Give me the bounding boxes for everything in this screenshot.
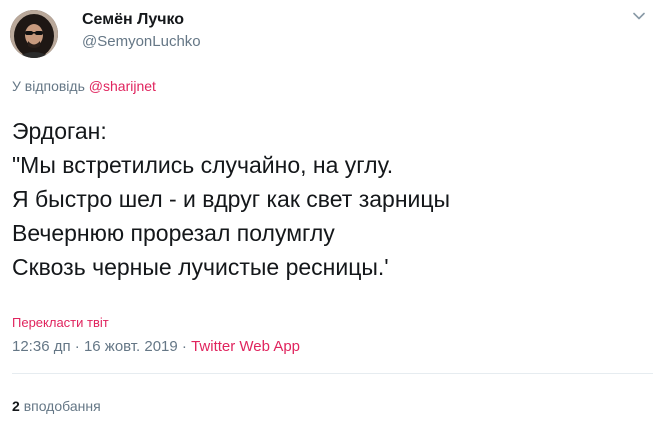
likes-stat[interactable]: 2 вподобання <box>12 397 101 415</box>
divider <box>12 373 653 374</box>
meta-separator: · <box>181 338 187 355</box>
likes-count: 2 <box>12 398 20 414</box>
tweet-line: Я быстро шел - и вдруг как свет зарницы <box>12 186 451 212</box>
tweet-time[interactable]: 12:36 дп <box>12 338 71 355</box>
tweet-source-link[interactable]: Twitter Web App <box>191 338 300 355</box>
tweet-card: Семён Лучко @SemyonLuchko У відповідь @s… <box>0 0 665 432</box>
reply-prefix: У відповідь <box>12 78 85 94</box>
tweet-line: Вечернюю прорезал полумглу <box>12 220 335 246</box>
tweet-date[interactable]: 16 жовт. 2019 <box>84 338 178 355</box>
avatar-portrait-icon <box>10 10 58 58</box>
author-handle[interactable]: @SemyonLuchko <box>82 32 201 52</box>
likes-label: вподобання <box>23 398 101 414</box>
chevron-down-icon[interactable] <box>631 8 647 24</box>
tweet-metadata: 12:36 дп · 16 жовт. 2019 · Twitter Web A… <box>12 337 300 357</box>
tweet-line: Эрдоган: <box>12 118 107 144</box>
tweet-text: Эрдоган: "Мы встретились случайно, на уг… <box>12 114 450 284</box>
reply-context: У відповідь @sharijnet <box>12 77 156 95</box>
author-name[interactable]: Семён Лучко <box>82 10 184 30</box>
tweet-line: Сквозь черные лучистые ресницы.' <box>12 254 389 280</box>
meta-separator: · <box>74 338 80 355</box>
tweet-line: "Мы встретились случайно, на углу. <box>12 152 394 178</box>
translate-tweet-link[interactable]: Перекласти твіт <box>12 315 109 331</box>
avatar[interactable] <box>10 10 58 58</box>
reply-mention-link[interactable]: @sharijnet <box>89 78 156 94</box>
